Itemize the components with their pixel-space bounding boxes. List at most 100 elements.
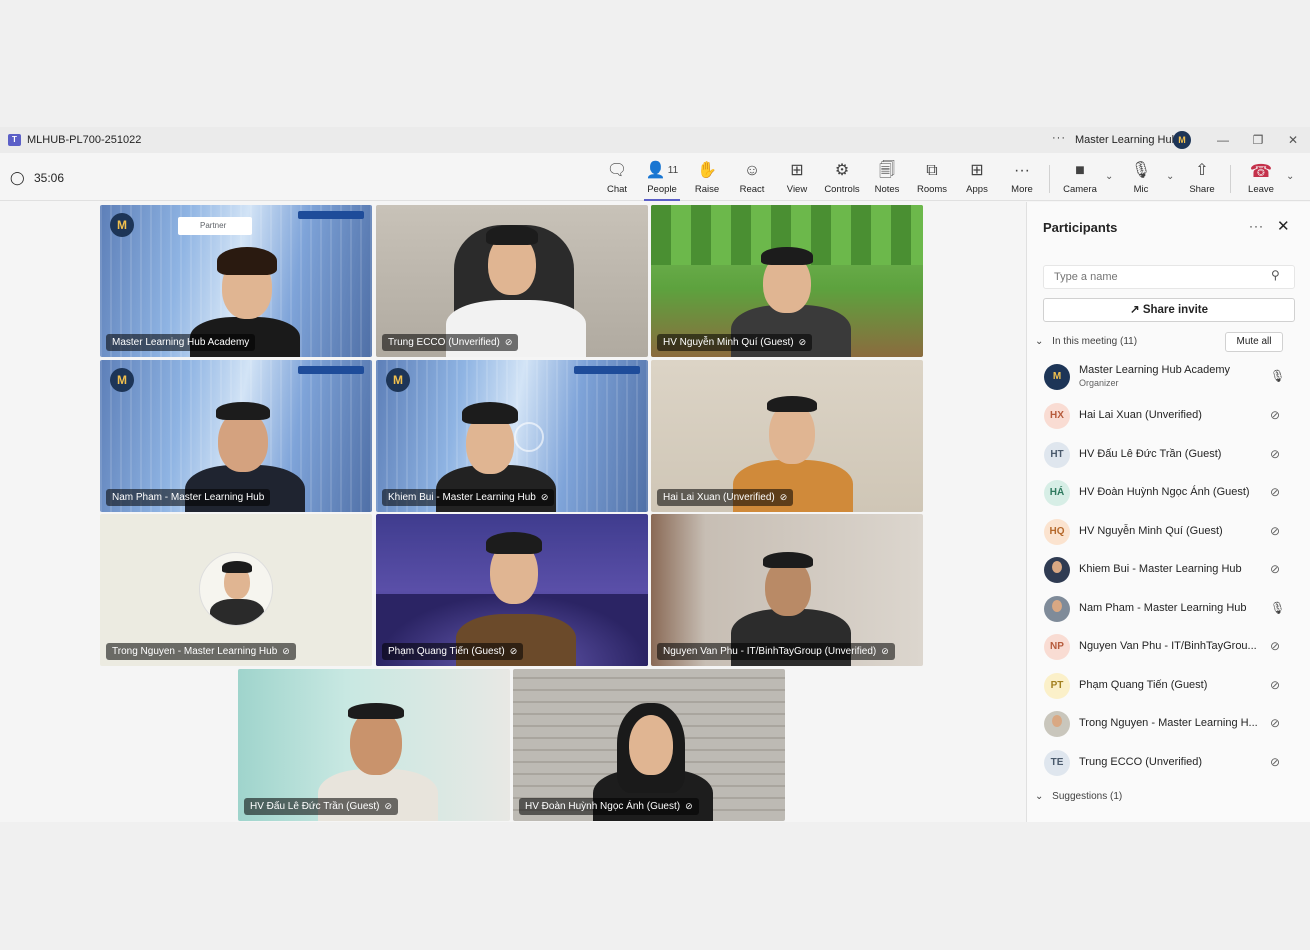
muted-mic-icon: ⊘ xyxy=(1270,755,1281,769)
info-banner xyxy=(298,211,364,219)
muted-mic-icon: ⊘ xyxy=(1270,524,1281,538)
video-tile[interactable]: Phạm Quang Tiến (Guest) ⊘ xyxy=(376,514,648,666)
minimize-icon[interactable]: — xyxy=(1208,130,1238,150)
react-button[interactable]: ☺ React xyxy=(730,160,774,200)
participant-name-label: Trung ECCO (Unverified) ⊘ xyxy=(382,334,519,351)
people-button[interactable]: 👤 11 People xyxy=(640,160,684,200)
participant-row[interactable]: HÁ HV Đoàn Huỳnh Ngọc Ánh (Guest) ⊘ xyxy=(1027,474,1310,512)
share-invite-button[interactable]: ↗ Share invite xyxy=(1043,298,1295,322)
muted-mic-icon: ⊘ xyxy=(1270,678,1281,692)
info-banner xyxy=(298,366,364,374)
brand-logo: M xyxy=(110,368,134,392)
avatar xyxy=(1044,557,1070,583)
participant-row[interactable]: TE Trung ECCO (Unverified) ⊘ xyxy=(1027,744,1310,782)
mic-options-chevron-icon[interactable]: ⌄ xyxy=(1166,171,1174,182)
apps-button[interactable]: ⊞ Apps xyxy=(955,160,999,200)
camera-button[interactable]: ■ Camera xyxy=(1058,160,1102,200)
participant-search-input[interactable] xyxy=(1043,265,1295,289)
participant-name-label: Nguyen Van Phu - IT/BinhTayGroup (Unveri… xyxy=(657,643,895,660)
video-tile[interactable]: Hai Lai Xuan (Unverified) ⊘ xyxy=(651,360,923,512)
microphone-icon: 🎙 xyxy=(1270,601,1286,615)
video-tile[interactable]: M Khiem Bui - Master Learning Hub ⊘ xyxy=(376,360,648,512)
restore-icon[interactable]: ❐ xyxy=(1243,130,1273,150)
chevron-down-icon: ⌄ xyxy=(1035,791,1044,802)
chat-button[interactable]: 🗨 Chat xyxy=(595,160,639,200)
participant-name-label: HV Đoàn Huỳnh Ngọc Ánh (Guest) ⊘ xyxy=(519,798,699,815)
participant-name-label: HV Nguyễn Minh Quí (Guest) ⊘ xyxy=(657,334,813,351)
share-button[interactable]: ⇧ Share xyxy=(1180,160,1224,200)
participant-row[interactable]: PT Phạm Quang Tiến (Guest) ⊘ xyxy=(1027,667,1310,705)
video-tile[interactable]: HV Nguyễn Minh Quí (Guest) ⊘ xyxy=(651,205,923,357)
google-partner-badge: Partner xyxy=(178,217,252,235)
title-more-icon[interactable]: ··· xyxy=(1052,132,1066,144)
share-screen-icon: ⇧ xyxy=(1195,162,1209,179)
suggestions-section-header[interactable]: ⌄ Suggestions (1) xyxy=(1035,791,1122,802)
rooms-icon: ⧉ xyxy=(926,162,938,179)
leave-button[interactable]: ☎ Leave xyxy=(1239,160,1283,200)
people-active-indicator xyxy=(644,199,680,201)
participant-row[interactable]: Trong Nguyen - Master Learning H... ⊘ xyxy=(1027,705,1310,743)
participant-row[interactable]: HX Hai Lai Xuan (Unverified) ⊘ xyxy=(1027,397,1310,435)
view-button[interactable]: ⊞ View xyxy=(775,160,819,200)
people-count: 11 xyxy=(667,165,679,176)
video-tile[interactable]: Nguyen Van Phu - IT/BinhTayGroup (Unveri… xyxy=(651,514,923,666)
org-avatar[interactable]: M xyxy=(1173,131,1191,149)
more-button[interactable]: ··· More xyxy=(1000,160,1044,200)
leave-options-chevron-icon[interactable]: ⌄ xyxy=(1286,171,1294,182)
participant-row[interactable]: Khiem Bui - Master Learning Hub ⊘ xyxy=(1027,551,1310,589)
org-name[interactable]: Master Learning Hub xyxy=(1075,134,1178,146)
muted-mic-icon: ⊘ xyxy=(504,337,513,347)
participant-row[interactable]: HQ HV Nguyễn Minh Quí (Guest) ⊘ xyxy=(1027,513,1310,551)
muted-mic-icon: ⊘ xyxy=(881,646,889,656)
people-icon: 👤 11 xyxy=(645,162,679,179)
muted-mic-icon: ⊘ xyxy=(1270,485,1281,499)
notes-button[interactable]: 🗐 Notes xyxy=(865,160,909,200)
rooms-button[interactable]: ⧉ Rooms xyxy=(910,160,954,200)
info-banner xyxy=(574,366,640,374)
video-tile[interactable]: Trung ECCO (Unverified) ⊘ xyxy=(376,205,648,357)
camera-options-chevron-icon[interactable]: ⌄ xyxy=(1105,171,1113,182)
more-icon: ··· xyxy=(1014,162,1030,179)
participant-name-label: Phạm Quang Tiến (Guest) ⊘ xyxy=(382,643,524,660)
avatar: TE xyxy=(1044,750,1070,776)
notes-icon: 🗐 xyxy=(879,162,895,179)
avatar: NP xyxy=(1044,634,1070,660)
chat-icon: 🗨 xyxy=(606,162,628,179)
muted-mic-icon: ⊘ xyxy=(509,646,518,656)
video-tile[interactable]: HV Đoàn Huỳnh Ngọc Ánh (Guest) ⊘ xyxy=(513,669,785,821)
avatar: HQ xyxy=(1044,519,1070,545)
close-panel-icon[interactable]: ✕ xyxy=(1277,217,1290,235)
participant-avatar xyxy=(199,552,273,626)
brand-logo: M xyxy=(386,368,410,392)
video-tile[interactable]: Trong Nguyen - Master Learning Hub ⊘ xyxy=(100,514,372,666)
video-tile[interactable]: HV Đấu Lê Đức Trần (Guest) ⊘ xyxy=(238,669,510,821)
video-tile[interactable]: M Partner Master Learning Hub Academy xyxy=(100,205,372,357)
participant-row[interactable]: M Master Learning Hub Academy Organizer … xyxy=(1027,358,1310,396)
muted-mic-icon: ⊘ xyxy=(1270,716,1281,730)
title-bar: T MLHUB-PL700-251022 ··· Master Learning… xyxy=(0,127,1310,153)
participant-row[interactable]: NP Nguyen Van Phu - IT/BinhTayGrou... ⊘ xyxy=(1027,628,1310,666)
mic-button[interactable]: 🎙 Mic xyxy=(1119,160,1163,200)
microphone-icon: 🎙 xyxy=(1270,369,1286,383)
participant-row[interactable]: HT HV Đấu Lê Đức Trần (Guest) ⊘ xyxy=(1027,436,1310,474)
raise-hand-button[interactable]: ✋ Raise xyxy=(685,160,729,200)
panel-title: Participants xyxy=(1043,220,1118,235)
close-window-icon[interactable]: ✕ xyxy=(1278,130,1308,150)
controls-button[interactable]: ⚙ Controls xyxy=(820,160,864,200)
mute-all-button[interactable]: Mute all xyxy=(1225,332,1283,352)
panel-more-icon[interactable]: ··· xyxy=(1249,219,1264,233)
muted-mic-icon: ⊘ xyxy=(1270,447,1281,461)
participant-name-label: Khiem Bui - Master Learning Hub ⊘ xyxy=(382,489,555,506)
video-tile[interactable]: M Nam Pham - Master Learning Hub xyxy=(100,360,372,512)
video-stage: M Partner Master Learning Hub Academy Tr… xyxy=(0,202,1026,822)
shield-gear-icon: ⚙ xyxy=(834,162,850,179)
microphone-icon: 🎙 xyxy=(1130,162,1152,179)
avatar xyxy=(1044,711,1070,737)
participant-name-label: Master Learning Hub Academy xyxy=(106,334,256,351)
teams-meeting-window: T MLHUB-PL700-251022 ··· Master Learning… xyxy=(0,127,1310,822)
grid-icon: ⊞ xyxy=(790,162,804,179)
avatar: HX xyxy=(1044,403,1070,429)
in-meeting-section-header[interactable]: ⌄ In this meeting (11) xyxy=(1035,336,1137,347)
participant-name-label: Trong Nguyen - Master Learning Hub ⊘ xyxy=(106,643,296,660)
participant-row[interactable]: Nam Pham - Master Learning Hub 🎙 xyxy=(1027,590,1310,628)
